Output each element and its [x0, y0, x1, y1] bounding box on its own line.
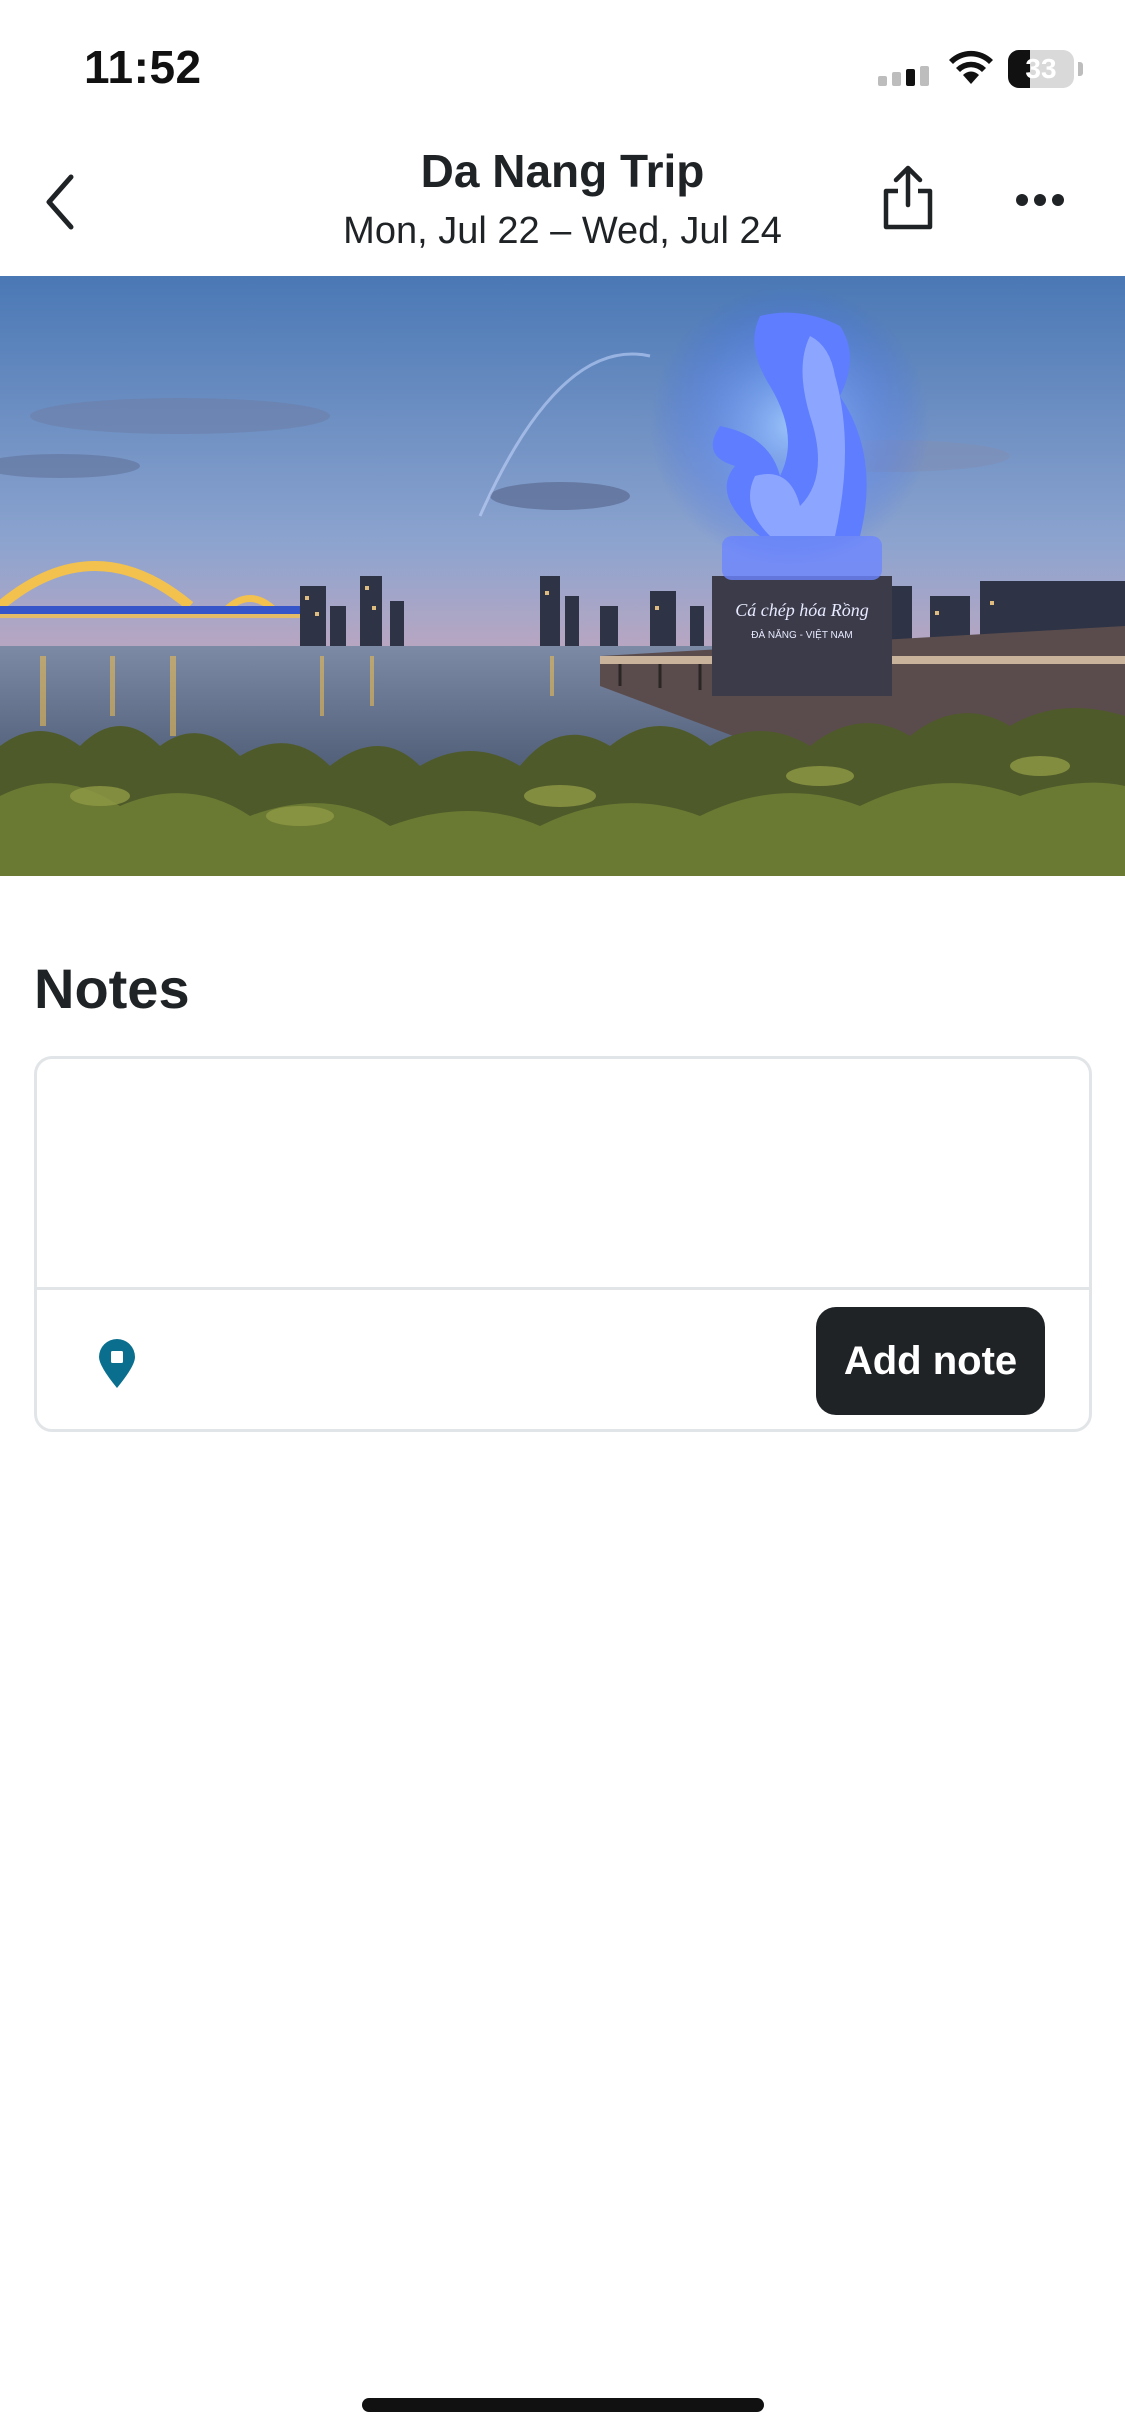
page-title: Da Nang Trip: [420, 145, 705, 197]
trip-dates: Mon, Jul 22 – Wed, Jul 24: [343, 210, 782, 252]
map-pin-icon: [99, 1339, 135, 1388]
notes-divider: [37, 1287, 1089, 1290]
trip-cover-photo: Cá chép hóa Rồng ĐÀ NẴNG - VIỆT NAM: [0, 276, 1125, 876]
more-options-button[interactable]: [1008, 180, 1072, 220]
wifi-icon: [948, 50, 994, 91]
add-note-button[interactable]: Add note: [816, 1307, 1045, 1415]
share-icon: [883, 165, 933, 230]
battery-level: 33: [1025, 53, 1057, 84]
battery-tip: [1078, 62, 1083, 76]
back-button[interactable]: [30, 164, 90, 240]
notes-heading: Notes: [34, 957, 190, 1020]
home-indicator: [362, 2398, 764, 2412]
note-input[interactable]: [37, 1059, 1089, 1287]
notes-card: Add note: [34, 1056, 1092, 1432]
statue-sign-text: Cá chép hóa Rồng: [735, 600, 868, 620]
status-bar: 11:52 33: [0, 0, 1125, 140]
status-time: 11:52: [84, 41, 202, 93]
battery-body: 33: [1008, 50, 1074, 88]
trip-header: Da Nang Trip Mon, Jul 22 – Wed, Jul 24: [0, 140, 1125, 276]
cover-photo-illustration: Cá chép hóa Rồng ĐÀ NẴNG - VIỆT NAM: [0, 276, 1125, 876]
share-button[interactable]: [872, 158, 944, 238]
statue-sign-subtext: ĐÀ NẴNG - VIỆT NAM: [751, 628, 853, 641]
cellular-signal-icon: [878, 66, 930, 91]
more-horizontal-icon: [1016, 194, 1064, 206]
chevron-left-icon: [46, 174, 74, 230]
add-location-button[interactable]: [87, 1329, 147, 1399]
